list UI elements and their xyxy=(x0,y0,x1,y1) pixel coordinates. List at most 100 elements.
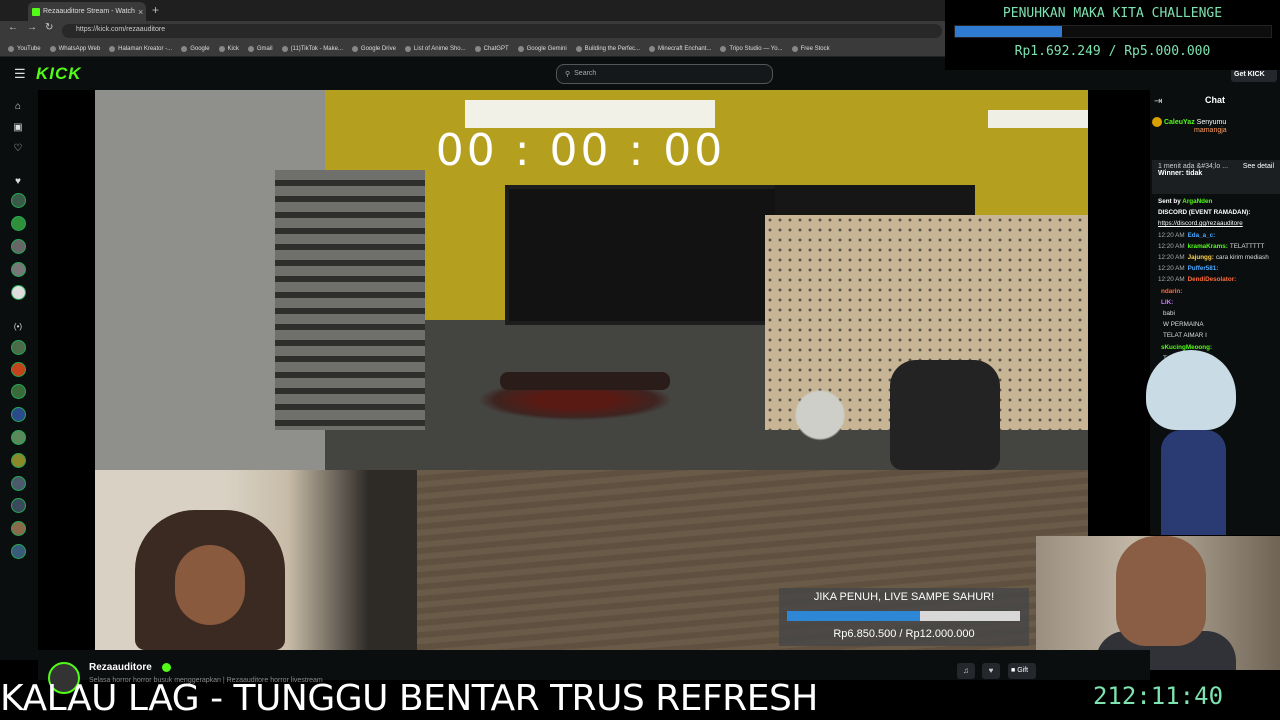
chat-username[interactable]: LIK: xyxy=(1161,299,1173,306)
search-input[interactable]: ⚲ Search xyxy=(556,64,773,84)
follow-heart-icon[interactable]: ♥ xyxy=(982,663,1000,679)
bookmark-item[interactable]: Building the Perfec... xyxy=(575,45,641,52)
favorites-heart-icon[interactable]: ♥ xyxy=(11,175,25,189)
bookmark-label: Halaman Kreator -... xyxy=(118,45,173,52)
pinned-text: Senyumu xyxy=(1196,118,1227,126)
bookmark-label: Google Drive xyxy=(360,45,396,52)
bookmark-label: Tripo Studio — Yo... xyxy=(729,45,783,52)
channel-avatar[interactable] xyxy=(11,544,26,559)
bookmark-favicon-icon xyxy=(351,45,358,52)
chat-username[interactable]: Eda_a_c: xyxy=(1188,232,1216,239)
bookmark-label: Google xyxy=(190,45,210,52)
search-placeholder: Search xyxy=(574,70,597,77)
bookmark-favicon-icon xyxy=(575,45,582,52)
following-heart-icon[interactable]: ♡ xyxy=(11,142,25,156)
sent-by-user: ArgaNden xyxy=(1182,198,1213,205)
bookmark-favicon-icon xyxy=(474,45,481,52)
new-tab-button[interactable]: + xyxy=(152,3,159,17)
poll-winner: tidak xyxy=(1185,170,1203,177)
bookmark-label: Kick xyxy=(227,45,239,52)
back-arrow-icon[interactable]: ← xyxy=(8,22,18,33)
chat-username[interactable]: DendiDesolator: xyxy=(1188,276,1237,283)
challenge-title: PENUHKAN MAKA KITA CHALLENGE xyxy=(1002,6,1223,21)
home-icon[interactable]: ⌂ xyxy=(11,100,25,114)
channel-avatar[interactable] xyxy=(11,476,26,491)
chat-username[interactable]: Puffer581: xyxy=(1188,265,1219,272)
bookmark-label: Building the Perfec... xyxy=(584,45,641,52)
gift-label: Gift xyxy=(1017,667,1029,674)
bookmark-item[interactable]: WhatsApp Web xyxy=(49,45,100,52)
pinned-message: CaleuYaz Senyumu mamangja xyxy=(1152,117,1280,157)
bookmark-item[interactable]: Gmail xyxy=(247,45,273,52)
streamer-name[interactable]: Rezaauditore xyxy=(89,662,152,673)
bookmark-item[interactable]: (11)TikTok - Make... xyxy=(281,45,343,52)
channel-avatar[interactable] xyxy=(11,384,26,399)
bookmark-label: Free Stock xyxy=(800,45,830,52)
chat-title: Chat xyxy=(1205,95,1225,105)
address-bar[interactable]: https://kick.com/rezaauditore xyxy=(62,24,942,38)
chat-message: ndarin: xyxy=(1158,286,1280,297)
person-head xyxy=(1116,536,1206,646)
tab-close-icon[interactable]: × xyxy=(138,7,143,17)
channel-avatar[interactable] xyxy=(11,453,26,468)
chat-message: babi xyxy=(1158,308,1280,319)
chat-username[interactable]: ndarin: xyxy=(1161,288,1182,295)
discord-link[interactable]: https://discord.gg/rezaauditore xyxy=(1158,218,1280,229)
channel-avatar[interactable] xyxy=(11,340,26,355)
chat-username[interactable]: Jajungg: xyxy=(1188,254,1214,261)
forward-arrow-icon[interactable]: → xyxy=(27,22,37,33)
refresh-banner: KALAU LAG - TUNGGU BENTAR TRUS REFRESH xyxy=(0,678,818,719)
browse-icon[interactable]: ▣ xyxy=(11,121,25,135)
channel-avatar[interactable] xyxy=(11,216,26,231)
uptime-clock: 212:11:40 xyxy=(1092,682,1224,710)
ceiling-lamp xyxy=(465,100,715,128)
game-doors xyxy=(505,185,795,325)
poll-question: 1 menit ada &#34;lo ... xyxy=(1158,163,1229,170)
chat-text: babi xyxy=(1163,310,1175,318)
bookmark-item[interactable]: Free Stock xyxy=(791,45,830,52)
kick-logo[interactable]: KICK xyxy=(36,64,82,84)
gift-button[interactable]: ■ Gift xyxy=(1008,663,1036,679)
bookmark-label: Gmail xyxy=(256,45,273,52)
channel-avatar[interactable] xyxy=(11,262,26,277)
poll-see-detail[interactable]: See detail xyxy=(1243,163,1274,170)
bookmark-label: List of Anime Sho... xyxy=(413,45,466,52)
bookmark-label: YouTube xyxy=(17,45,41,52)
reload-icon[interactable]: ↻ xyxy=(45,22,53,33)
game-shelf xyxy=(275,170,425,430)
channel-avatar[interactable] xyxy=(11,239,26,254)
channel-avatar[interactable] xyxy=(11,285,26,300)
bookmark-item[interactable]: Halaman Kreator -... xyxy=(109,45,173,52)
verified-icon xyxy=(162,663,171,672)
menu-icon[interactable]: ☰ xyxy=(14,66,26,82)
bookmark-item[interactable]: Minecraft Enchant... xyxy=(649,45,711,52)
bookmark-item[interactable]: YouTube xyxy=(8,45,41,52)
notification-bell-icon[interactable]: ♫ xyxy=(957,663,975,679)
channel-avatar[interactable] xyxy=(11,521,26,536)
chat-username[interactable]: kramaKrams: xyxy=(1188,243,1228,250)
sahur-goal-bar xyxy=(787,611,1020,621)
channel-avatar[interactable] xyxy=(11,193,26,208)
bookmark-item[interactable]: Kick xyxy=(218,45,239,52)
pinned-user: CaleuYaz xyxy=(1163,118,1195,126)
bookmark-item[interactable]: List of Anime Sho... xyxy=(404,45,466,52)
channel-avatar[interactable] xyxy=(11,430,26,445)
bookmark-item[interactable]: Tripo Studio — Yo... xyxy=(720,45,783,52)
bookmark-item[interactable]: ChatGPT xyxy=(474,45,509,52)
sahur-goal-title: JIKA PENUH, LIVE SAMPE SAHUR! xyxy=(813,591,995,603)
bookmark-item[interactable]: Google Gemini xyxy=(517,45,567,52)
chat-time: 12:20 AM xyxy=(1158,265,1185,273)
get-kick-button[interactable]: Get KICK xyxy=(1231,68,1277,82)
game-teddy xyxy=(790,385,850,445)
bookmark-item[interactable]: Google xyxy=(181,45,210,52)
browser-tab[interactable]: Rezaauditore Stream - Watch × xyxy=(28,2,146,21)
bookmark-favicon-icon xyxy=(8,45,14,52)
channel-avatar[interactable] xyxy=(11,498,26,513)
channel-avatar[interactable] xyxy=(11,362,26,377)
chat-message: 12:20 AM kramaKrams: TELATTTTT xyxy=(1158,241,1280,252)
badge-icon xyxy=(1152,117,1162,127)
bookmark-item[interactable]: Google Drive xyxy=(351,45,396,52)
bookmark-favicon-icon xyxy=(181,45,188,52)
channel-avatar[interactable] xyxy=(11,407,26,422)
live-radio-icon: (•) xyxy=(13,322,23,331)
